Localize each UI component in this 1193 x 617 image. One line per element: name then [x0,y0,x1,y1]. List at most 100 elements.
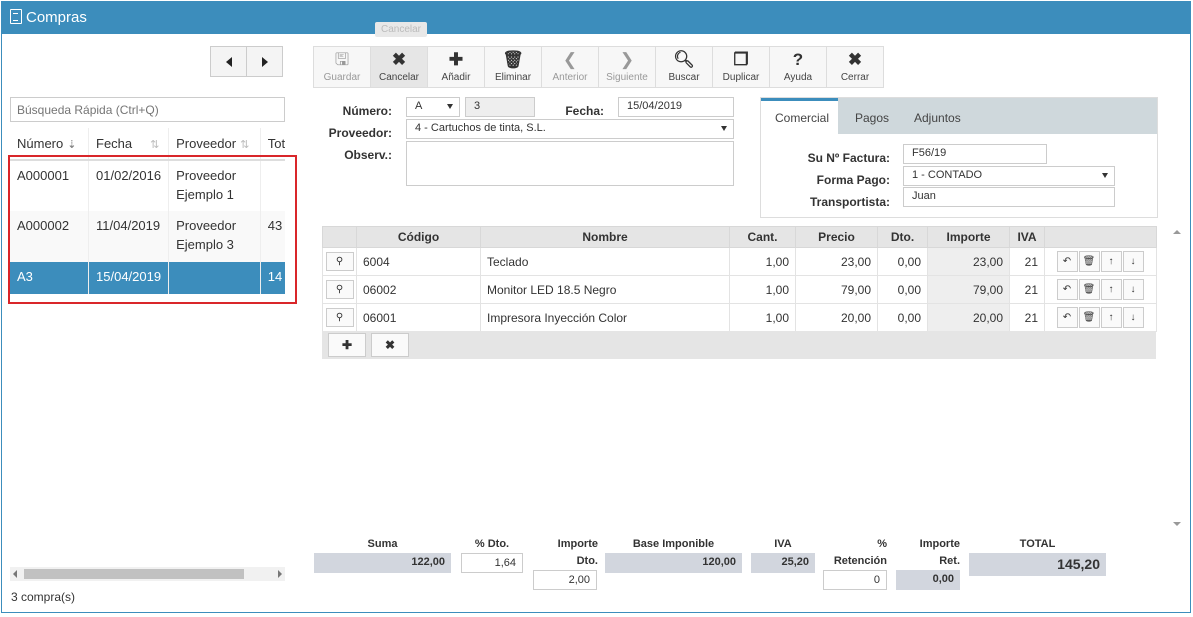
toolbar-button-label: Buscar [668,72,700,83]
quick-search-input[interactable] [10,97,285,122]
next-page-button[interactable] [246,46,283,77]
scroll-left-icon[interactable] [13,570,17,578]
forma-pago-select[interactable]: 1 - CONTADO [903,166,1115,186]
proveedor-label: Proveedor: [328,126,392,140]
duplicar-button[interactable]: ❐ Duplicar [712,46,770,88]
proveedor-select[interactable]: 4 - Cartuchos de tinta, S.L. [406,119,734,139]
ayuda-button[interactable]: ? Ayuda [769,46,827,88]
vertical-scrollbar[interactable] [1171,226,1183,530]
observ-label: Observ.: [344,148,392,162]
line-codigo[interactable]: 6004 [356,247,481,276]
line-search-cell: ⚲ [322,303,357,332]
line-nombre[interactable]: Teclado [480,247,730,276]
añadir-button[interactable]: ✚ Añadir [427,46,485,88]
grid-footer: ✚ ✖ [322,331,1156,359]
arrow-up-icon[interactable]: ↑ [1100,279,1122,300]
tab-adjuntos[interactable]: Adjuntos [914,98,975,134]
undo-icon[interactable]: ↶ [1056,307,1078,328]
undo-icon[interactable]: ↶ [1056,251,1078,272]
column-header-nombre: Nombre [480,226,730,248]
column-header-codigo: Código [356,226,481,248]
line-dto[interactable]: 0,00 [877,247,928,276]
line-cant[interactable]: 1,00 [729,247,796,276]
trash-icon[interactable]: 🗑 [1078,279,1100,300]
line-precio[interactable]: 79,00 [795,275,878,304]
line-row: ⚲ 06001 Impresora Inyección Color 1,00 2… [322,303,1157,332]
search-product-button[interactable]: ⚲ [325,280,354,299]
add-line-button[interactable]: ✚ [328,333,366,357]
arrow-down-icon[interactable]: ↓ [1122,307,1144,328]
observ-textarea[interactable] [406,141,734,186]
save-icon: 🖫 [334,50,350,69]
toolbar-button-label: Eliminar [494,72,532,83]
forma-pago-value: 1 - CONTADO [912,169,983,181]
horizontal-scrollbar[interactable] [10,567,285,581]
line-iva[interactable]: 21 [1009,303,1045,332]
pdto-label: % Dto. [474,538,510,550]
prev-page-button[interactable] [210,46,247,77]
factura-field[interactable]: F56/19 [903,144,1047,164]
column-label: Fecha [96,136,133,151]
transportista-field[interactable]: Juan [903,187,1115,207]
line-precio[interactable]: 23,00 [795,247,878,276]
anterior-button[interactable]: ❮ Anterior [541,46,599,88]
remove-lines-button[interactable]: ✖ [371,333,409,357]
cancelar-button[interactable]: ✖ Cancelar [370,46,428,88]
buscar-button[interactable]: 🔍︎ Buscar [655,46,713,88]
pdto-field[interactable]: 1,64 [461,553,523,573]
tooltip: Cancelar [375,22,427,37]
arrow-up-icon[interactable]: ↑ [1100,307,1122,328]
siguiente-button[interactable]: ❯ Siguiente [598,46,656,88]
scrollbar-thumb[interactable] [24,569,244,579]
line-cant[interactable]: 1,00 [729,303,796,332]
search-product-button[interactable]: ⚲ [325,308,354,327]
line-importe: 20,00 [927,303,1010,332]
copy-icon: ❐ [733,50,749,69]
trash-icon[interactable]: 🗑 [1078,251,1100,272]
arrow-up-icon[interactable]: ↑ [1100,251,1122,272]
trash-icon: 🗑 [502,50,524,69]
line-actions: ↶ 🗑 ↑ ↓ [1044,275,1157,304]
serie-select[interactable]: A [406,97,460,117]
line-codigo[interactable]: 06001 [356,303,481,332]
column-header-importe: Importe [927,226,1010,248]
search-product-button[interactable]: ⚲ [325,252,354,271]
total-value: 145,20 [969,553,1106,576]
imp-dto-field[interactable]: 2,00 [533,570,597,590]
line-iva[interactable]: 21 [1009,275,1045,304]
tab-pagos[interactable]: Pagos [838,98,914,134]
line-nombre[interactable]: Impresora Inyección Color [480,303,730,332]
fecha-label: Fecha: [565,104,604,118]
line-precio[interactable]: 20,00 [795,303,878,332]
tab-comercial[interactable]: Comercial [761,98,838,134]
arrow-down-icon[interactable]: ↓ [1122,251,1144,272]
pret-field[interactable]: 0 [823,570,887,590]
line-nombre[interactable]: Monitor LED 18.5 Negro [480,275,730,304]
iva-label: IVA [774,538,792,550]
line-cant[interactable]: 1,00 [729,275,796,304]
guardar-button[interactable]: 🖫 Guardar [313,46,371,88]
line-row: ⚲ 6004 Teclado 1,00 23,00 0,00 23,00 21 … [322,247,1157,276]
serie-value: A [415,100,423,112]
fecha-field[interactable]: 15/04/2019 [618,97,734,117]
imp-ret-label-line1: Importe [919,538,960,550]
scroll-down-icon[interactable] [1173,522,1181,526]
cerrar-button[interactable]: ✖ Cerrar [826,46,884,88]
arrow-down-icon[interactable]: ↓ [1122,279,1144,300]
line-row: ⚲ 06002 Monitor LED 18.5 Negro 1,00 79,0… [322,275,1157,304]
scroll-right-icon[interactable] [278,570,282,578]
trash-icon[interactable]: 🗑 [1078,307,1100,328]
suma-value: 122,00 [314,553,451,573]
line-iva[interactable]: 21 [1009,247,1045,276]
scroll-up-icon[interactable] [1173,230,1181,234]
column-header-search [322,226,357,248]
line-codigo[interactable]: 06002 [356,275,481,304]
column-header-dto: Dto. [877,226,928,248]
eliminar-button[interactable]: 🗑 Eliminar [484,46,542,88]
line-dto[interactable]: 0,00 [877,275,928,304]
column-label: Proveedor [176,136,237,151]
line-dto[interactable]: 0,00 [877,303,928,332]
plus-icon: ✚ [448,50,464,69]
undo-icon[interactable]: ↶ [1056,279,1078,300]
toolbar-button-label: Ayuda [783,72,813,83]
